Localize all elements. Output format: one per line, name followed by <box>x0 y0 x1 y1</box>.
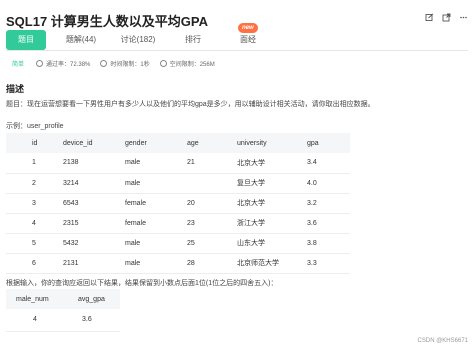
table-cell: 20 <box>187 193 237 214</box>
result-table: male_num avg_gpa 4 3.6 <box>6 289 120 332</box>
problem-meta: 简单 通过率：72.38% 时间限制：1秒 空间限制：256M <box>12 59 225 68</box>
table-cell: 25 <box>187 233 237 254</box>
table-cell: 复旦大学 <box>237 173 307 194</box>
column-header: university <box>237 133 307 153</box>
table-cell: 3.4 <box>307 153 350 174</box>
problem-description: 题目：现在运营想要看一下男性用户有多少人以及他们的平均gpa是多少，用以辅助设计… <box>6 101 375 108</box>
memory-icon <box>159 60 167 67</box>
header: SQL17 计算男生人数以及平均GPA <box>6 9 468 29</box>
pass-rate: 通过率：72.38% <box>46 62 91 68</box>
table-cell: female <box>125 213 187 234</box>
check-icon <box>36 60 44 67</box>
tab-problem[interactable]: 题目 <box>6 30 46 50</box>
table-cell: 北京大学 <box>237 193 307 214</box>
difficulty-badge: 简单 <box>12 62 25 68</box>
table-row: 1 2138 male 21 北京大学 3.4 <box>6 153 350 174</box>
table-cell: 3.2 <box>307 193 350 214</box>
new-badge: new <box>238 23 258 33</box>
table-cell: female <box>125 193 187 214</box>
table-cell: 2131 <box>63 253 125 274</box>
table-row: 5 5432 male 25 山东大学 3.8 <box>6 233 350 254</box>
result-description: 根据输入，你的查询应返回以下结果，结果保留到小数点后面1位(1位之后的四舍五入)… <box>6 280 278 287</box>
column-header: gpa <box>307 133 350 153</box>
memory-limit: 空间限制：256M <box>169 62 215 68</box>
table-row: 6 2131 male 28 北京师范大学 3.3 <box>6 253 350 274</box>
table-cell: 2138 <box>63 153 125 174</box>
example-label: 示例：user_profile <box>6 123 64 130</box>
table-cell: 4.0 <box>307 173 350 194</box>
table-cell: 山东大学 <box>237 233 307 254</box>
tab-solutions[interactable]: 题解(44) <box>56 30 106 50</box>
column-header: id <box>6 133 63 153</box>
table-cell: 2 <box>6 173 63 194</box>
edit-icon[interactable] <box>425 13 434 22</box>
column-header: male_num <box>6 289 64 309</box>
table-header-row: id device_id gender age university gpa <box>6 133 350 153</box>
table-cell: male <box>125 153 187 174</box>
table-cell: male <box>125 253 187 274</box>
table-cell <box>187 173 237 194</box>
table-cell: 5 <box>6 233 63 254</box>
table-row: 4 2315 female 23 浙江大学 3.6 <box>6 213 350 234</box>
table-cell: 6 <box>6 253 63 274</box>
table-cell: 3214 <box>63 173 125 194</box>
time-limit: 时间限制：1秒 <box>110 62 150 68</box>
tab-ranking[interactable]: 排行 <box>170 30 216 50</box>
tab-bar: 题目 题解(44) 讨论(182) 排行 面经 new <box>6 23 468 50</box>
more-icon[interactable] <box>459 13 468 22</box>
column-header: age <box>187 133 237 153</box>
column-header: avg_gpa <box>64 289 120 309</box>
table-cell: 3 <box>6 193 63 214</box>
tab-interview[interactable]: 面经 <box>228 30 268 50</box>
table-cell: 3.8 <box>307 233 350 254</box>
table-cell: 5432 <box>63 233 125 254</box>
table-cell: male <box>125 233 187 254</box>
table-cell: 浙江大学 <box>237 213 307 234</box>
table-header-row: male_num avg_gpa <box>6 289 120 309</box>
table-cell: 4 <box>6 309 64 332</box>
table-cell: 3.3 <box>307 253 350 274</box>
watermark: CSDN @KHS6671 <box>417 338 468 344</box>
table-cell: male <box>125 173 187 194</box>
clock-icon <box>100 60 108 67</box>
table-row: 3 6543 female 20 北京大学 3.2 <box>6 193 350 214</box>
share-icon[interactable] <box>442 13 451 22</box>
table-row: 2 3214 male 复旦大学 4.0 <box>6 173 350 194</box>
table-cell: 3.6 <box>307 213 350 234</box>
page-title: SQL17 计算男生人数以及平均GPA <box>6 14 209 29</box>
table-cell: 1 <box>6 153 63 174</box>
table-cell: 北京师范大学 <box>237 253 307 274</box>
divider <box>6 50 468 51</box>
table-cell: 4 <box>6 213 63 234</box>
table-cell: 2315 <box>63 213 125 234</box>
header-actions <box>425 13 468 22</box>
tab-discussion[interactable]: 讨论(182) <box>112 30 164 50</box>
table-cell: 28 <box>187 253 237 274</box>
section-title: 描述 <box>6 84 25 94</box>
table-cell: 北京大学 <box>237 153 307 174</box>
column-header: gender <box>125 133 187 153</box>
table-cell: 6543 <box>63 193 125 214</box>
table-cell: 3.6 <box>64 309 120 332</box>
column-header: device_id <box>63 133 125 153</box>
table-row: 4 3.6 <box>6 309 120 332</box>
table-cell: 21 <box>187 153 237 174</box>
example-table: id device_id gender age university gpa 1… <box>6 133 350 274</box>
table-cell: 23 <box>187 213 237 234</box>
